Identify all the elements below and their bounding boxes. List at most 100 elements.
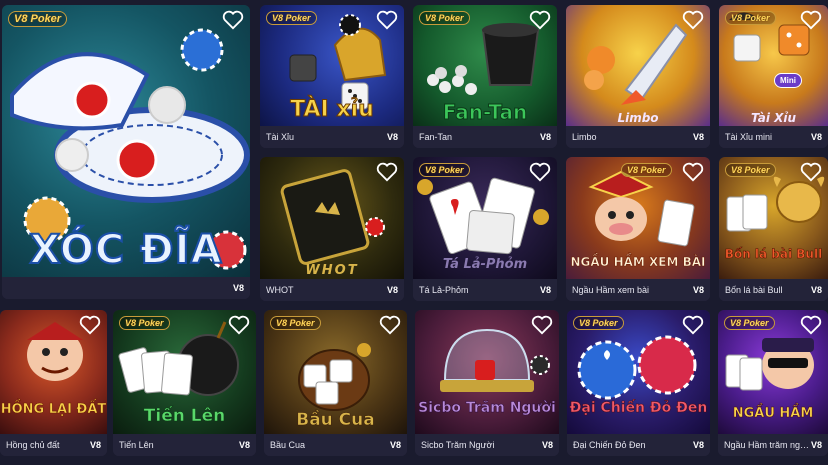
game-card-footer: Ngầu Hầm xem bài V8 (566, 279, 710, 301)
favorite-heart-icon[interactable] (800, 162, 822, 182)
game-card-footer: Tá Lả-Phỏm V8 (413, 279, 557, 301)
favorite-heart-icon[interactable] (529, 10, 551, 30)
game-art-title: Sicbo Trăm Người (418, 400, 556, 417)
brand-logo: V8 Poker (621, 163, 672, 177)
brand-logo: V8 Poker (119, 316, 170, 330)
game-card-footer: Tài Xỉu V8 (260, 126, 404, 148)
game-card-footer: Bầu Cua V8 (264, 434, 407, 456)
game-art-title: TÀI xỉu (290, 97, 375, 123)
provider-label: V8 (810, 132, 822, 142)
brand-logo: V8 Poker (419, 163, 470, 177)
favorite-heart-icon[interactable] (376, 10, 398, 30)
game-name: WHOT (266, 285, 294, 295)
brand-logo: V8 Poker (724, 316, 775, 330)
game-name: Fan-Tan (419, 132, 453, 142)
game-name: Hồng chủ đất (6, 440, 60, 450)
game-art-title: XÓC ĐĨA (28, 226, 223, 274)
provider-label: V8 (810, 440, 822, 450)
favorite-heart-icon[interactable] (79, 315, 101, 335)
game-card-footer: Ngầu Hầm trăm người V8 (718, 434, 828, 456)
game-card-bau-cua[interactable]: V8 Poker Bầu Cua Bầu Cua V8 (264, 310, 407, 456)
provider-label: V8 (89, 440, 101, 450)
provider-label: V8 (541, 440, 553, 450)
game-grid: V8 Poker XÓC ĐĨA V8 V8 Poker TÀI xỉu Tài… (0, 0, 828, 465)
favorite-heart-icon[interactable] (222, 10, 244, 30)
game-art-title: NGẦU HẦM XEM BÀI (570, 255, 706, 270)
provider-label: V8 (692, 440, 704, 450)
game-art-title: Tá Lả-Phỏm (442, 257, 528, 272)
game-card-ta-la-phom[interactable]: V8 Poker Tá Lả-Phỏm Tá Lả-Phỏm V8 (413, 157, 557, 301)
game-art-title: Limbo (617, 111, 659, 125)
game-name: Ngầu Hầm xem bài (572, 285, 650, 295)
brand-logo: V8 Poker (725, 163, 776, 177)
game-card-footer: Limbo V8 (566, 126, 710, 148)
provider-label: V8 (539, 285, 551, 295)
brand-logo: V8 Poker (419, 11, 470, 25)
game-card-footer: WHOT V8 (260, 279, 404, 301)
game-card-hong-chu-dat[interactable]: HỒNG LẠI ĐẤT Hồng chủ đất V8 (0, 310, 107, 456)
game-card-tien-len[interactable]: V8 Poker Tiến Lên Tiến Lên V8 (113, 310, 256, 456)
game-art-title: Tiến Lên (143, 406, 226, 427)
game-card-footer: Bốn lá bài Bull V8 (719, 279, 828, 301)
game-card-tai-xiu[interactable]: V8 Poker TÀI xỉu Tài Xỉu V8 (260, 5, 404, 148)
game-art-title: Tài Xỉu (750, 111, 797, 125)
favorite-heart-icon[interactable] (800, 315, 822, 335)
brand-logo: V8 Poker (8, 11, 68, 27)
provider-label: V8 (386, 132, 398, 142)
game-name: Bầu Cua (270, 440, 306, 450)
brand-logo: V8 Poker (573, 316, 624, 330)
favorite-heart-icon[interactable] (529, 162, 551, 182)
favorite-heart-icon[interactable] (800, 10, 822, 30)
game-card-fan-tan[interactable]: V8 Poker Fan-Tan Fan-Tan V8 (413, 5, 557, 148)
game-card-footer: Tiến Lên V8 (113, 434, 256, 456)
game-card-bon-la-bai-bull[interactable]: V8 Poker Bốn lá bài Bull Bốn lá bài Bull… (719, 157, 828, 301)
game-art-title: HỒNG LẠI ĐẤT (0, 402, 107, 418)
provider-label: V8 (386, 285, 398, 295)
provider-label: V8 (692, 132, 704, 142)
provider-label: V8 (238, 440, 250, 450)
game-card-ngau-ham-tram-nguoi[interactable]: V8 Poker NGẦU HẦM Ngầu Hầm trăm người V8 (718, 310, 828, 456)
game-name: Tài Xỉu mini (725, 132, 773, 142)
game-art-title: Bốn lá bài Bull (724, 247, 823, 262)
game-art-title: Bầu Cua (296, 410, 375, 431)
game-card-footer: V8 (2, 277, 250, 299)
brand-logo: V8 Poker (270, 316, 321, 330)
favorite-heart-icon[interactable] (228, 315, 250, 335)
game-card-whot[interactable]: WHOT WHOT V8 (260, 157, 404, 301)
game-name: Tá Lả-Phỏm (419, 285, 469, 295)
favorite-heart-icon[interactable] (682, 10, 704, 30)
game-card-footer: Sicbo Trăm Người V8 (415, 434, 559, 456)
game-card-footer: Đại Chiến Đỏ Đen V8 (567, 434, 710, 456)
game-card-dai-chien-do-den[interactable]: V8 Poker Đại Chiến Đỏ Đen Đại Chiến Đỏ Đ… (567, 310, 710, 456)
game-name: Sicbo Trăm Người (421, 440, 495, 450)
game-card-limbo[interactable]: Limbo Limbo V8 (566, 5, 710, 148)
game-card-xoc-dia[interactable]: V8 Poker XÓC ĐĨA V8 (2, 5, 250, 299)
provider-label: V8 (232, 283, 244, 293)
mini-badge: Mini (774, 73, 802, 88)
game-art-title: WHOT (305, 263, 359, 278)
favorite-heart-icon[interactable] (379, 315, 401, 335)
game-name: Limbo (572, 132, 597, 142)
favorite-heart-icon[interactable] (682, 315, 704, 335)
game-card-footer: Fan-Tan V8 (413, 126, 557, 148)
game-card-footer: Tài Xỉu mini V8 (719, 126, 828, 148)
brand-logo: V8 Poker (725, 11, 776, 25)
game-art-title: NGẦU HẦM (732, 406, 814, 422)
favorite-heart-icon[interactable] (376, 162, 398, 182)
brand-logo: V8 Poker (266, 11, 317, 25)
game-name: Tiến Lên (119, 440, 154, 450)
game-card-ngau-ham-xem-bai[interactable]: V8 Poker NGẦU HẦM XEM BÀI Ngầu Hầm xem b… (566, 157, 710, 301)
provider-label: V8 (692, 285, 704, 295)
provider-label: V8 (810, 285, 822, 295)
game-art-title: Fan-Tan (442, 100, 528, 125)
game-name: Đại Chiến Đỏ Đen (573, 440, 646, 450)
game-card-tai-xiu-mini[interactable]: Mini V8 Poker Tài Xỉu Tài Xỉu mini V8 (719, 5, 828, 148)
game-name: Bốn lá bài Bull (725, 285, 783, 295)
game-name: Tài Xỉu (266, 132, 295, 142)
favorite-heart-icon[interactable] (531, 315, 553, 335)
provider-label: V8 (539, 132, 551, 142)
provider-label: V8 (389, 440, 401, 450)
game-card-sicbo-tram-nguoi[interactable]: Sicbo Trăm Người Sicbo Trăm Người V8 (415, 310, 559, 456)
game-thumbnail: V8 Poker XÓC ĐĨA (2, 5, 250, 277)
favorite-heart-icon[interactable] (682, 162, 704, 182)
